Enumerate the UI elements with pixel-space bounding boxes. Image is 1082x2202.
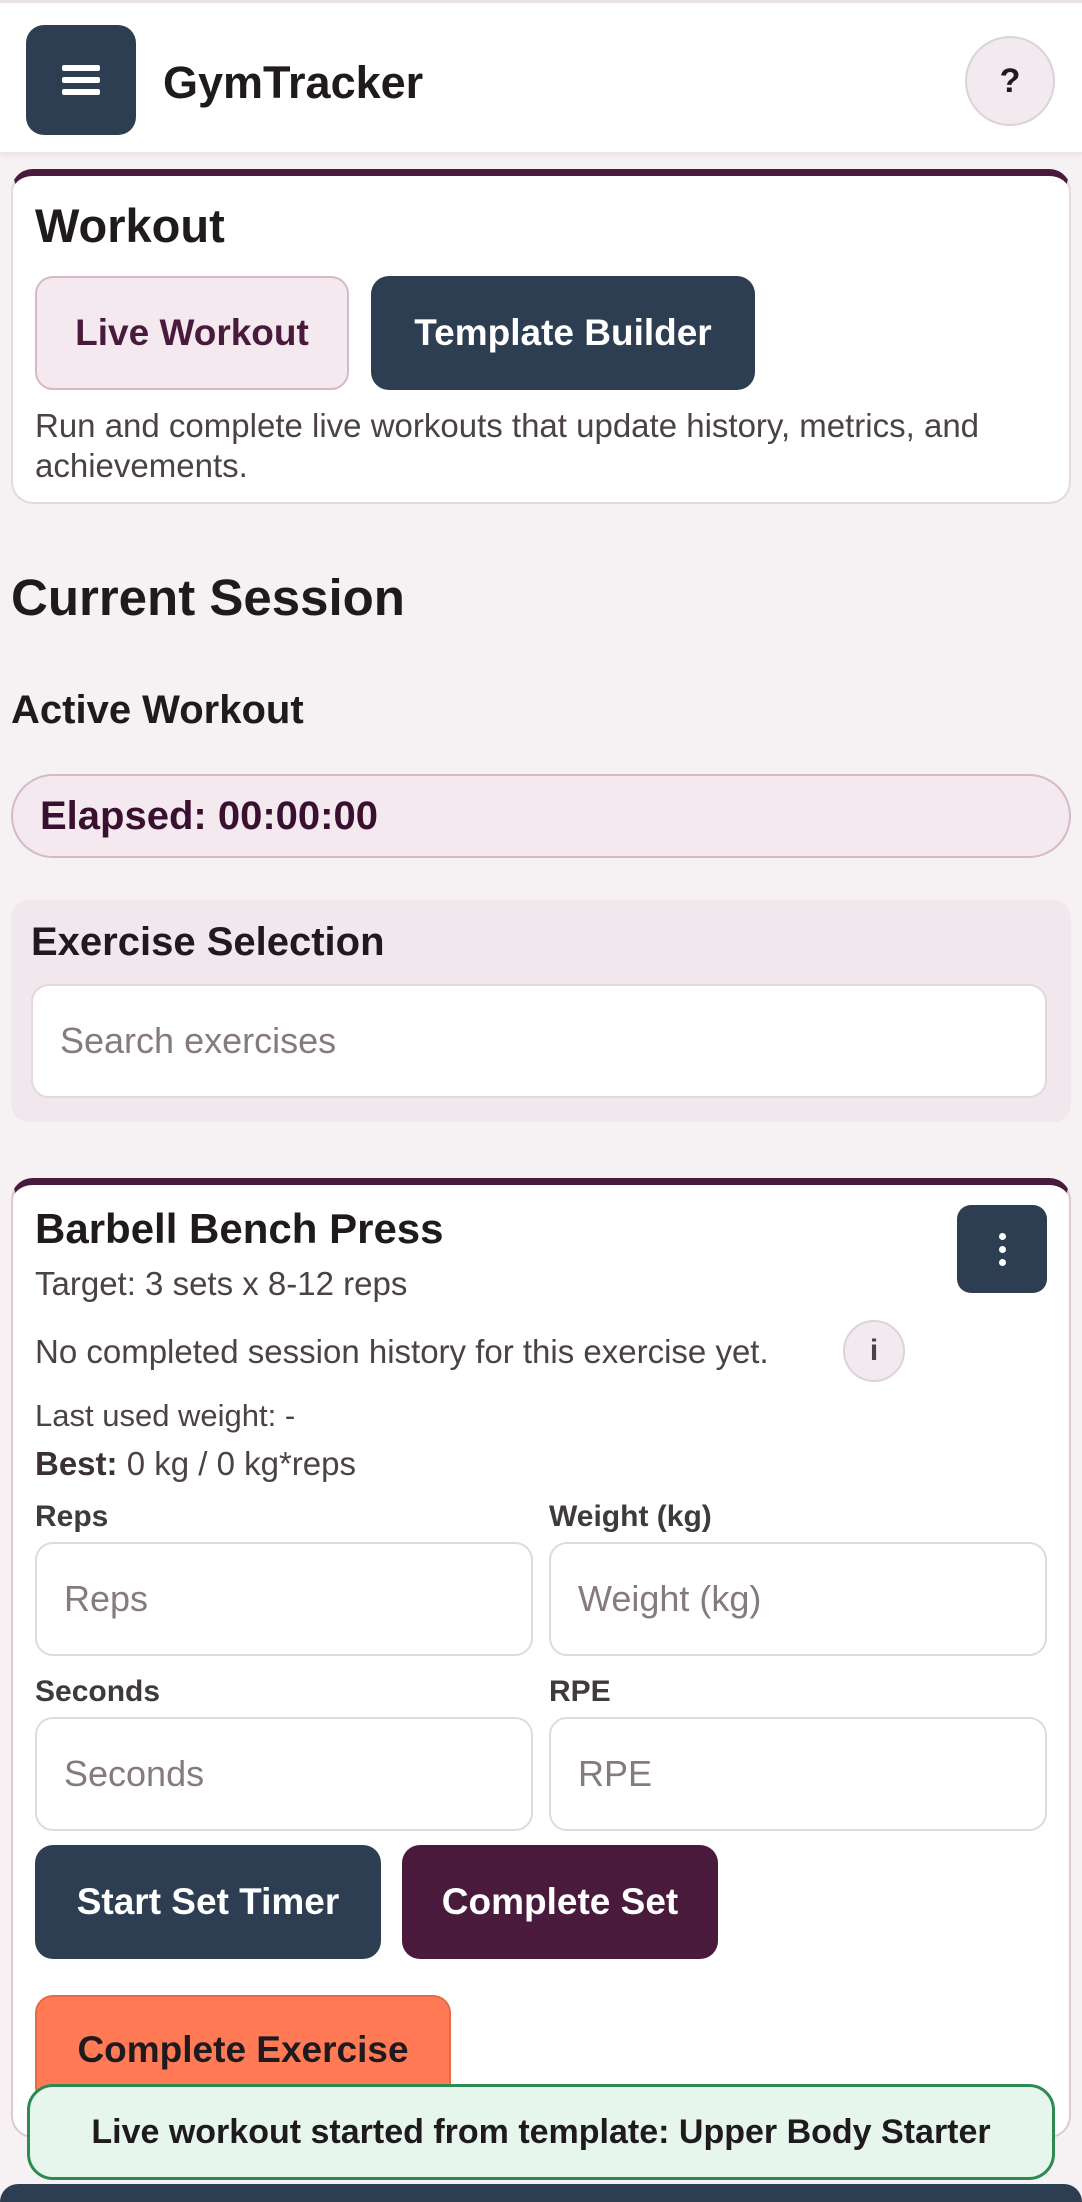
status-toast: Live workout started from template: Uppe… xyxy=(27,2084,1055,2180)
elapsed-timer: Elapsed: 00:00:00 xyxy=(11,774,1071,858)
seconds-label: Seconds xyxy=(35,1675,161,1708)
current-session-title: Current Session xyxy=(11,569,405,626)
best-label: Best: xyxy=(35,1445,118,1482)
more-vertical-icon xyxy=(998,1232,1006,1240)
rpe-label: RPE xyxy=(549,1675,611,1708)
app-title: GymTracker xyxy=(163,57,424,108)
menu-button[interactable] xyxy=(26,25,136,135)
bottom-bar xyxy=(0,2184,1082,2202)
exercise-options-button[interactable] xyxy=(957,1205,1047,1293)
help-button[interactable]: ? xyxy=(965,36,1055,126)
exercise-history-note: No completed session history for this ex… xyxy=(35,1333,769,1370)
exercise-selection-panel: Exercise Selection xyxy=(11,900,1071,1122)
rpe-input[interactable] xyxy=(549,1717,1047,1831)
reps-input[interactable] xyxy=(35,1542,533,1656)
seconds-input[interactable] xyxy=(35,1717,533,1831)
hamburger-icon xyxy=(62,65,100,95)
complete-set-button[interactable]: Complete Set xyxy=(402,1845,718,1959)
exercise-search-input[interactable] xyxy=(31,984,1047,1098)
exercise-name: Barbell Bench Press xyxy=(35,1205,444,1252)
workout-description: Run and complete live workouts that upda… xyxy=(35,407,980,484)
workout-title: Workout xyxy=(35,199,225,252)
reps-label: Reps xyxy=(35,1500,109,1533)
last-used-weight: Last used weight: - xyxy=(35,1398,296,1433)
top-app-bar: GymTracker ? xyxy=(0,0,1082,154)
info-button[interactable]: i xyxy=(843,1320,905,1382)
tab-live-workout[interactable]: Live Workout xyxy=(35,276,349,390)
exercise-target: Target: 3 sets x 8-12 reps xyxy=(35,1265,408,1302)
weight-input[interactable] xyxy=(549,1542,1047,1656)
best-record: Best: 0 kg / 0 kg*reps xyxy=(35,1445,356,1483)
weight-label: Weight (kg) xyxy=(549,1500,712,1533)
workout-mode-card: Workout Live Workout Template Builder Ru… xyxy=(11,169,1071,504)
exercise-selection-title: Exercise Selection xyxy=(31,920,385,964)
tab-template-builder[interactable]: Template Builder xyxy=(371,276,755,390)
start-set-timer-button[interactable]: Start Set Timer xyxy=(35,1845,381,1959)
exercise-card: Barbell Bench Press Target: 3 sets x 8-1… xyxy=(11,1178,1071,2138)
active-workout-title: Active Workout xyxy=(11,688,304,732)
best-value: 0 kg / 0 kg*reps xyxy=(117,1445,356,1482)
